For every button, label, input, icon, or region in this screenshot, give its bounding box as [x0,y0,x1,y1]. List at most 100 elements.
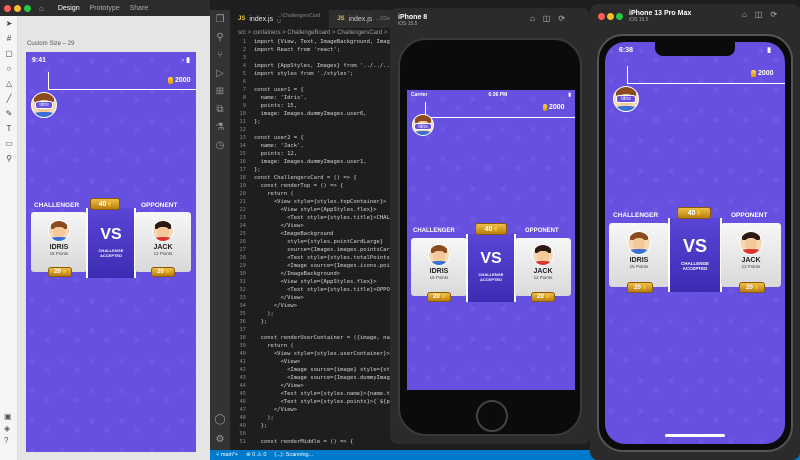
opponent-name: JACK [153,244,173,251]
text-icon[interactable]: T [0,121,18,136]
line-source: <View> [254,359,301,365]
comment-icon[interactable]: ▭ [0,136,18,151]
rectangle-icon[interactable]: ▢ [0,46,18,61]
line-source: ); [254,415,274,421]
opponent-panel[interactable]: JACK 12 Points [721,223,781,287]
sim8-titlebar: iPhone 8 iOS 15.5 [398,8,478,32]
rotate-icon[interactable]: ⟳ [770,10,777,19]
search-icon[interactable]: ⚲ [210,28,230,46]
tab-design[interactable]: Design [58,5,80,12]
line-source: </View> [254,407,298,413]
polygon-icon[interactable]: △ [0,76,18,91]
line-source: return ( [254,191,294,197]
ellipse-icon[interactable]: ○ [0,61,18,76]
pen-icon[interactable]: ✎ [0,106,18,121]
explorer-icon[interactable]: ❐ [210,10,230,28]
status-bar: 9:41 ◦ ▮ [26,52,196,68]
line-number: 29 [239,263,246,269]
challenger-label: CHALLENGER [413,228,455,234]
maximize-window-button[interactable] [24,4,31,12]
opponent-label: OPPONENT [141,202,178,209]
home-icon[interactable]: ⌂ [742,10,747,19]
coin-icon [108,201,112,207]
line-number: 49 [239,423,246,429]
frame-icon[interactable]: # [0,31,18,46]
opponent-points: 12 Points [153,251,173,256]
source-control-icon[interactable]: ⑂ [210,46,230,64]
figma-app-frame[interactable]: 9:41 ◦ ▮ Idris 2000 CHALLENGER OPPONENT … [26,52,196,452]
screenshot-icon[interactable]: ◫ [755,10,763,19]
challenger-panel[interactable]: IDRIS 15 Points [411,238,467,296]
minimize-window-button[interactable] [607,12,614,20]
challenger-name: IDRIS [49,244,69,251]
user-name-tag: Idris [35,101,53,109]
tab-index-js-active[interactable]: JS index.js ...\ChallengersCard U [230,10,330,28]
opponent-panel[interactable]: JACK 12 Points [135,212,191,272]
line-source: <View style={styles.topContainer}> [254,199,387,205]
move-icon[interactable]: ➤ [0,16,18,31]
line-number: 22 [239,207,246,213]
challenger-panel[interactable]: IDRIS 15 Points [609,223,669,287]
branch-indicator[interactable]: ⑂ main*+ [216,452,238,458]
line-source: }; [254,423,268,429]
account-icon[interactable]: ◯ [210,410,230,428]
opponent-score-badge: 20 [151,267,175,277]
line-number: 33 [239,295,246,301]
coin-icon [545,295,549,299]
coins-value: 2000 [549,104,565,111]
line-number: 38 [239,335,246,341]
remote-icon[interactable]: ⧉ [210,100,230,118]
home-indicator[interactable] [665,434,725,437]
battery-icon: ▮ [767,47,771,54]
help-icon[interactable]: ? [4,436,12,448]
opponent-panel[interactable]: JACK 12 Points [515,238,571,296]
problems-indicator[interactable]: ⊗ 0 ⚠ 0 [246,452,266,458]
extensions-icon[interactable]: ⊞ [210,82,230,100]
line-icon[interactable]: ╱ [0,91,18,106]
breadcrumb[interactable]: src > containers > ChallengeBoard > Chal… [238,30,387,36]
challenger-label: CHALLENGER [613,212,659,219]
testing-icon[interactable]: ⚗ [210,118,230,136]
line-number: 15 [239,151,246,157]
line-number: 6 [242,79,246,85]
prize-badge: 40 [475,223,507,235]
line-number: 3 [242,55,246,61]
carrier-label: Carrier [411,92,428,98]
challenger-panel[interactable]: IDRIS 15 Points [31,212,87,272]
maximize-window-button[interactable] [616,12,623,20]
line-number: 13 [239,135,246,141]
zoom-icon[interactable]: ⚲ [0,151,18,166]
line-number: 20 [239,191,246,197]
line-number: 39 [239,343,246,349]
opponent-score: 20 [746,284,753,291]
minimize-window-button[interactable] [14,4,21,12]
line-number: 32 [239,287,246,293]
close-window-button[interactable] [4,4,11,12]
line-source: <Image source={image} style={st [254,367,390,373]
home-button[interactable] [476,400,508,432]
assets-icon[interactable]: ▣ [4,412,12,424]
line-number: 9 [242,103,246,109]
settings-gear-icon[interactable]: ⚙ [210,430,230,448]
line-number: 7 [242,87,246,93]
rotate-icon[interactable]: ⟳ [558,14,565,23]
timeline-icon[interactable]: ◷ [210,136,230,154]
battery-icon: ◦ ▮ [181,57,190,64]
run-debug-icon[interactable]: ▷ [210,64,230,82]
sim8-os: iOS 15.5 [398,20,418,27]
tab-prototype[interactable]: Prototype [90,5,120,12]
tab-share[interactable]: Share [130,5,149,12]
home-icon[interactable]: ⌂ [39,4,44,13]
close-window-button[interactable] [598,12,605,20]
iphone13-screen[interactable]: 6:38 ▮ Idris 2000 CHALLENGER OPPONENT 40… [605,42,785,444]
home-icon[interactable]: ⌂ [530,14,535,23]
challenger-score-badge: 20 [427,292,451,302]
line-source: return ( [254,343,294,349]
iphone8-screen[interactable]: Carrier 6:36 PM ▮ Idris 2000 CHALLENGER … [407,90,575,390]
line-source: import styles from './styles'; [254,71,354,77]
line-source: image: Images.dummyImages.user6, [254,111,367,117]
frame-label[interactable]: Custom Size – 29 [27,41,74,47]
challenge-accepted-label: CHALLENGE ACCEPTED [681,261,709,271]
layers-icon[interactable]: ◈ [4,424,12,436]
screenshot-icon[interactable]: ◫ [543,14,551,23]
